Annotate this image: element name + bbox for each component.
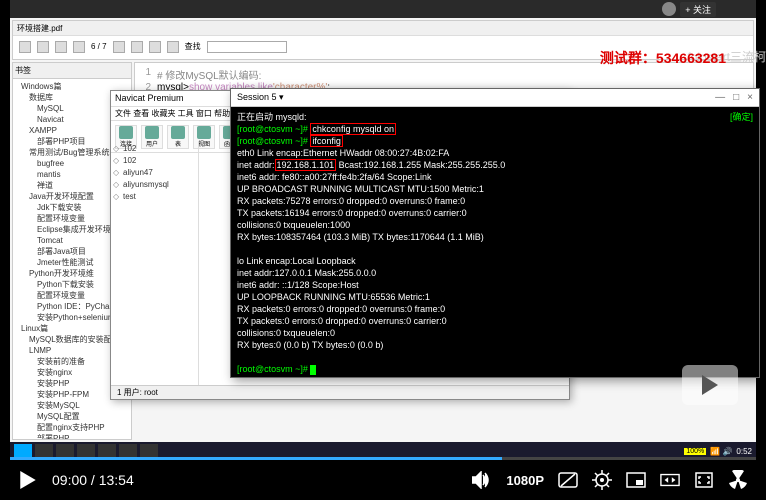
highlighted-command: ifconfig [310,135,343,147]
close-icon[interactable]: × [747,92,753,103]
settings-icon[interactable] [592,470,612,490]
start-button[interactable] [14,444,32,458]
terminal-title: Session 5 ▾ [237,92,284,103]
desktop: 测试群：534663281 folostart三流柯 环境搭建.pdf 6 / … [10,18,756,442]
widescreen-icon[interactable] [660,470,680,490]
tree-item[interactable]: 部署PHP [15,433,129,440]
video-content: + 关注 测试群：534663281 folostart三流柯 环境搭建.pdf… [10,0,756,460]
highlighted-ip: 192.168.1.101 [275,159,337,171]
play-overlay-icon[interactable] [682,365,738,405]
minimize-icon[interactable]: — [715,92,725,103]
prev-icon[interactable] [113,41,125,53]
taskbar-item[interactable] [56,444,74,458]
pdf-tool-icon[interactable] [19,41,31,53]
play-button[interactable] [18,470,38,490]
quality-button[interactable]: 1080P [506,473,544,488]
avatar[interactable] [662,2,676,16]
tree-item[interactable]: 配置nginx支持PHP [15,422,129,433]
connection-item[interactable]: aliyunsmysql [113,179,196,191]
tree-item[interactable]: MySQL配置 [15,411,129,422]
pdf-tool-icon[interactable] [37,41,49,53]
tree-header: 书签 [13,63,131,79]
connection-item[interactable]: 102 [113,143,196,155]
battery-pct: 100% [684,448,706,455]
clock: 0:52 [736,447,752,456]
terminal-titlebar: Session 5 ▾ — □ × [231,89,759,107]
code-comment: # 修改MySQL默认编码: [157,67,261,82]
navicat-tree: 102102aliyun47aliyunsmysqltest [111,141,199,385]
taskbar-item[interactable] [35,444,53,458]
zoom-icon[interactable] [167,41,179,53]
player-controls: 09:00 / 13:54 1080P [0,460,766,500]
taskbar-item[interactable] [140,444,158,458]
pdf-titlebar: 环境搭建.pdf [13,21,753,35]
top-strip: + 关注 [10,0,756,18]
pdf-filename: 环境搭建.pdf [17,23,62,34]
connection-item[interactable]: aliyun47 [113,167,196,179]
page-counter: 6 / 7 [91,42,107,51]
time-display: 09:00 / 13:54 [52,472,134,488]
volume-icon[interactable] [472,470,492,490]
connection-item[interactable]: test [113,191,196,203]
print-icon[interactable] [55,41,67,53]
search-input[interactable] [207,41,287,53]
zoom-icon[interactable] [149,41,161,53]
terminal-body[interactable]: 正在启动 mysqld:[确定] [root@ctosvm ~]# chkcon… [231,107,759,377]
highlighted-command: chkconfig mysqld on [310,123,396,135]
tree-item[interactable]: 安装MySQL [15,400,129,411]
fullscreen-icon[interactable] [694,470,714,490]
terminal-window: Session 5 ▾ — □ × 正在启动 mysqld:[确定] [root@c… [230,88,760,378]
taskbar-item[interactable] [119,444,137,458]
radiation-icon[interactable] [728,470,748,490]
connection-item[interactable]: 102 [113,155,196,167]
pip-icon[interactable] [626,470,646,490]
terminal-cursor [310,365,316,375]
danmaku-off-icon[interactable] [558,470,578,490]
line-number: 1 [139,67,157,82]
taskbar-item[interactable] [98,444,116,458]
taskbar-item[interactable] [77,444,95,458]
search-label: 查找 [185,41,201,52]
window-controls[interactable]: — □ × [715,92,753,103]
maximize-icon[interactable]: □ [733,92,739,103]
navicat-status: 1 用户: root [111,385,569,399]
next-icon[interactable] [131,41,143,53]
follow-button[interactable]: + 关注 [680,2,716,17]
navicat-title: Navicat Premium [115,93,184,104]
mail-icon[interactable] [73,41,85,53]
system-tray: 100% 📶 🔊 0:52 [684,447,752,456]
watermark-text: 测试群：534663281 [600,48,726,68]
